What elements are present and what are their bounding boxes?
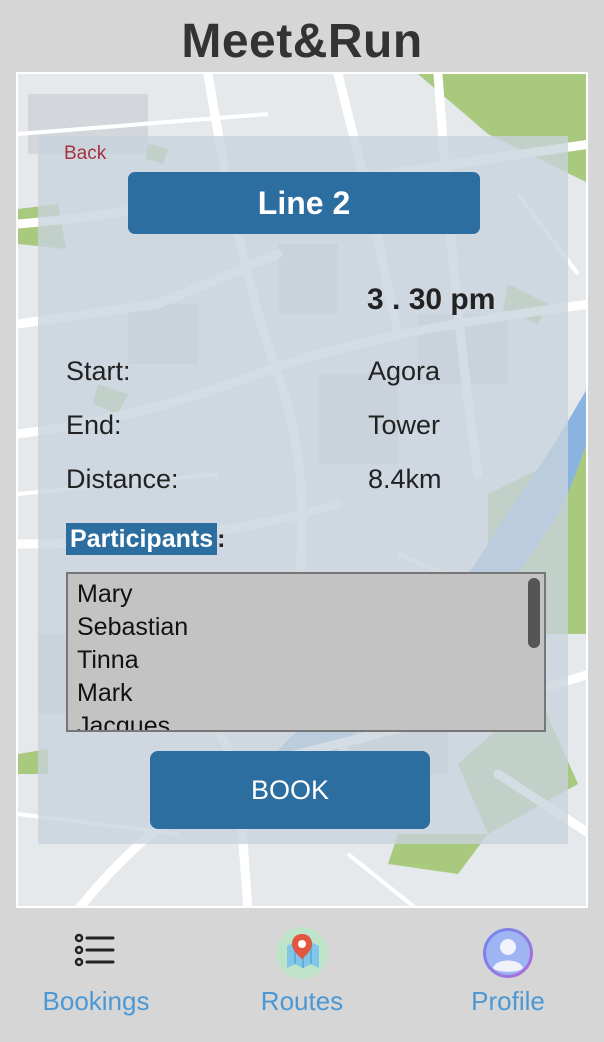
profile-icon [483, 928, 533, 978]
start-label: Start: [66, 356, 131, 386]
nav-label-routes: Routes [260, 986, 344, 1016]
book-button[interactable]: BOOK [150, 751, 430, 829]
app-title: Meet&Run [181, 15, 423, 68]
nav-item-profile[interactable]: Profile [418, 910, 598, 1030]
participant-item: Jacques [77, 712, 171, 732]
participants-list[interactable]: Mary Sebastian Tinna Mark Jacques [66, 572, 546, 732]
start-value: Agora [368, 356, 441, 386]
distance-value: 8.4km [368, 464, 442, 494]
participants-label: Participants [66, 523, 218, 555]
map-pin-icon [276, 927, 328, 979]
distance-label: Distance: [66, 464, 179, 494]
nav-item-routes[interactable]: Routes [212, 910, 392, 1030]
route-time: 3 . 30 pm [367, 283, 496, 316]
participants-heading: Participants: [66, 520, 225, 558]
bottom-navigation: Bookings Routes Profile [0, 910, 604, 1042]
back-link[interactable]: Back [64, 143, 106, 165]
nav-label-bookings: Bookings [42, 986, 150, 1016]
participants-colon: : [217, 525, 226, 553]
participant-item: Mary [77, 580, 133, 608]
participant-item: Mark [77, 679, 133, 707]
nav-item-bookings[interactable]: Bookings [6, 910, 186, 1030]
participant-item: Sebastian [77, 613, 189, 641]
end-label: End: [66, 410, 122, 440]
route-line-title: Line 2 [128, 172, 480, 234]
nav-label-profile: Profile [471, 986, 545, 1016]
participants-scrollbar[interactable] [528, 578, 540, 648]
participant-item: Tinna [77, 646, 139, 674]
end-value: Tower [368, 410, 441, 440]
list-icon [74, 933, 115, 967]
